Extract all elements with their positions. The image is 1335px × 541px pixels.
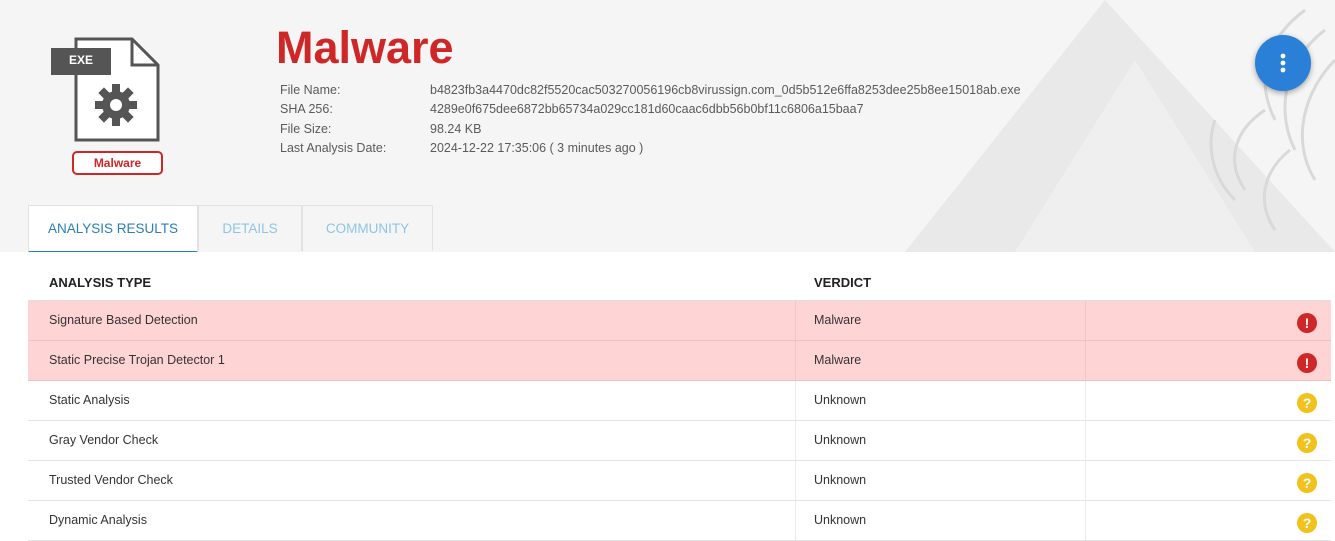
more-vertical-icon (1280, 53, 1286, 73)
more-actions-button[interactable] (1255, 35, 1311, 91)
sha256-label: SHA 256: (280, 102, 333, 117)
table-row: Gray Vendor Check Unknown? (28, 421, 1331, 461)
column-divider (795, 501, 796, 540)
error-icon: ! (1297, 313, 1317, 333)
analysis-type-cell: Dynamic Analysis (49, 513, 147, 527)
column-divider (795, 341, 796, 380)
question-icon: ? (1297, 393, 1317, 413)
table-row: Static Precise Trojan Detector 1 Malware! (28, 341, 1331, 381)
svg-text:?: ? (1303, 435, 1312, 451)
analysis-type-cell: Gray Vendor Check (49, 433, 159, 447)
verdict-badge: Malware (72, 151, 163, 175)
file-size-row: File Size: 98.24 KB (280, 119, 1021, 139)
svg-text:?: ? (1303, 395, 1312, 411)
svg-text:?: ? (1303, 475, 1312, 491)
column-divider (1085, 301, 1086, 340)
verdict-header: VERDICT (814, 274, 872, 290)
question-icon: ? (1297, 433, 1317, 453)
table-row: Dynamic Analysis Unknown? (28, 501, 1331, 541)
tab-bar: ANALYSIS RESULTS DETAILS COMMUNITY (28, 205, 433, 252)
analysis-results-table: ANALYSIS TYPE VERDICT Signature Based De… (28, 264, 1331, 541)
column-divider (1085, 381, 1086, 420)
verdict-cell: Unknown (814, 513, 867, 527)
last-analysis-row: Last Analysis Date: 2024-12-22 17:35:06 … (280, 139, 1021, 159)
analysis-type-cell: Static Analysis (49, 393, 130, 407)
column-divider (1085, 341, 1086, 380)
tab-details[interactable]: DETAILS (198, 205, 302, 251)
exe-file-icon (51, 37, 160, 142)
tab-analysis-results[interactable]: ANALYSIS RESULTS (28, 205, 198, 252)
file-header: EXE Malware Malware File Name: b4823fb3a… (0, 0, 1335, 252)
file-size-value: 98.24 KB (430, 121, 482, 136)
tab-community[interactable]: COMMUNITY (302, 205, 433, 251)
file-name-label: File Name: (280, 82, 341, 97)
question-icon: ? (1297, 513, 1317, 533)
table-row: Trusted Vendor Check Unknown? (28, 461, 1331, 501)
analysis-type-cell: Signature Based Detection (49, 313, 198, 327)
column-divider (795, 421, 796, 460)
svg-text:!: ! (1305, 355, 1310, 371)
verdict-cell: Unknown (814, 433, 867, 447)
verdict-cell: Malware (814, 313, 862, 327)
column-divider (795, 381, 796, 420)
analysis-type-cell: Static Precise Trojan Detector 1 (49, 353, 225, 367)
last-analysis-label: Last Analysis Date: (280, 141, 387, 156)
verdict-cell: Malware (814, 353, 862, 367)
question-icon: ? (1297, 473, 1317, 493)
sha256-row: SHA 256: 4289e0f675dee6872bb65734a029cc1… (280, 100, 1021, 120)
column-divider (1085, 461, 1086, 500)
column-divider (795, 301, 796, 340)
last-analysis-value: 2024-12-22 17:35:06 ( 3 minutes ago ) (430, 141, 644, 156)
svg-text:!: ! (1305, 315, 1310, 331)
column-divider (1085, 421, 1086, 460)
file-metadata: File Name: b4823fb3a4470dc82f5520cac5032… (280, 80, 1021, 158)
error-icon: ! (1297, 353, 1317, 373)
file-name-row: File Name: b4823fb3a4470dc82f5520cac5032… (280, 80, 1021, 100)
svg-text:?: ? (1303, 515, 1312, 531)
verdict-cell: Unknown (814, 393, 867, 407)
analysis-type-cell: Trusted Vendor Check (49, 473, 173, 487)
column-divider (795, 461, 796, 500)
file-name-value: b4823fb3a4470dc82f5520cac503270056196cb8… (430, 82, 1021, 97)
verdict-title: Malware (276, 22, 454, 73)
table-row: Static Analysis Unknown? (28, 381, 1331, 421)
column-divider (1085, 501, 1086, 540)
file-type-label: EXE (68, 53, 93, 67)
file-size-label: File Size: (280, 121, 332, 136)
verdict-cell: Unknown (814, 473, 867, 487)
sha256-value: 4289e0f675dee6872bb65734a029cc181d60caac… (430, 102, 864, 117)
table-row: Signature Based Detection Malware! (28, 301, 1331, 341)
analysis-type-header: ANALYSIS TYPE (49, 274, 152, 290)
table-header: ANALYSIS TYPE VERDICT (28, 264, 1331, 301)
